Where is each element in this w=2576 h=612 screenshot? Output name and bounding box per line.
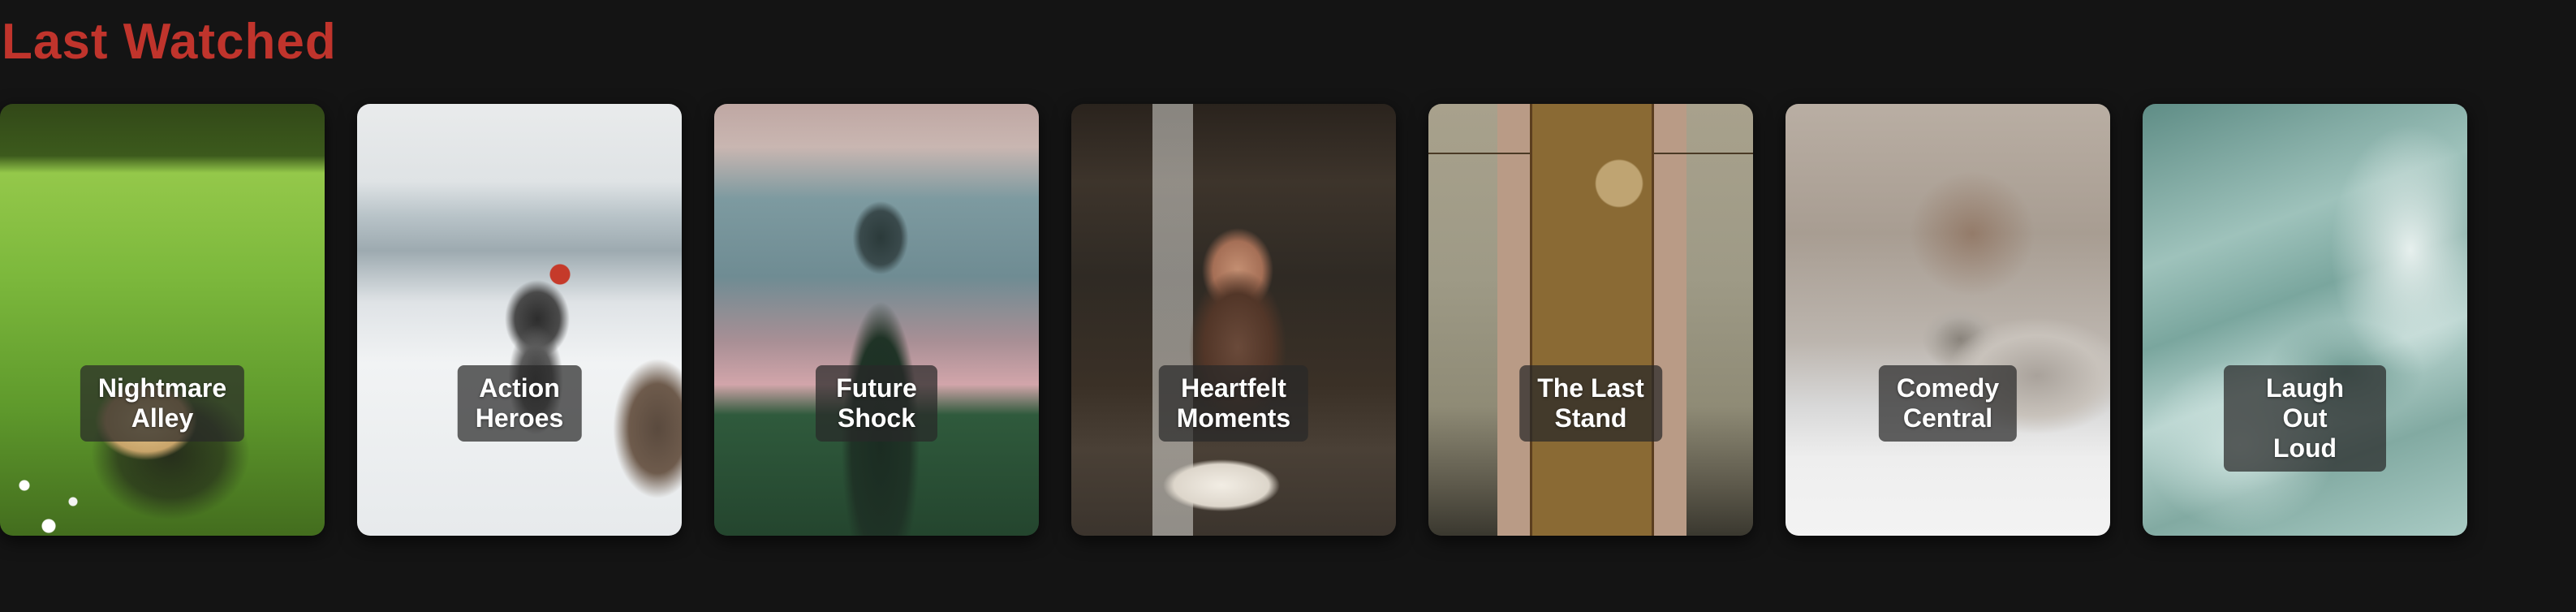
title-card-action-heroes[interactable]: Action Heroes (357, 104, 682, 536)
card-thumbnail (1786, 104, 2110, 536)
card-title: The Last Stand (1519, 365, 1662, 442)
section-title: Last Watched (2, 14, 337, 70)
card-thumbnail (0, 104, 325, 536)
card-title: Comedy Central (1878, 365, 2018, 442)
title-card-laugh-out-loud[interactable]: Laugh Out Loud (2143, 104, 2467, 536)
title-card-future-shock[interactable]: Future Shock (714, 104, 1039, 536)
card-thumbnail (714, 104, 1039, 536)
card-thumbnail (1428, 104, 1753, 536)
card-thumbnail (1071, 104, 1396, 536)
card-title: Future Shock (816, 365, 937, 442)
card-title: Action Heroes (457, 365, 582, 442)
title-card-nightmare-alley[interactable]: Nightmare Alley (0, 104, 325, 536)
title-card-the-last-stand[interactable]: The Last Stand (1428, 104, 1753, 536)
card-title: Nightmare Alley (80, 365, 245, 442)
card-thumbnail (357, 104, 682, 536)
title-card-heartfelt-moments[interactable]: Heartfelt Moments (1071, 104, 1396, 536)
card-title: Heartfelt Moments (1158, 365, 1309, 442)
card-title: Laugh Out Loud (2224, 365, 2386, 472)
title-card-comedy-central[interactable]: Comedy Central (1786, 104, 2110, 536)
card-row: Nightmare Alley Action Heroes Future Sho… (0, 104, 2576, 537)
